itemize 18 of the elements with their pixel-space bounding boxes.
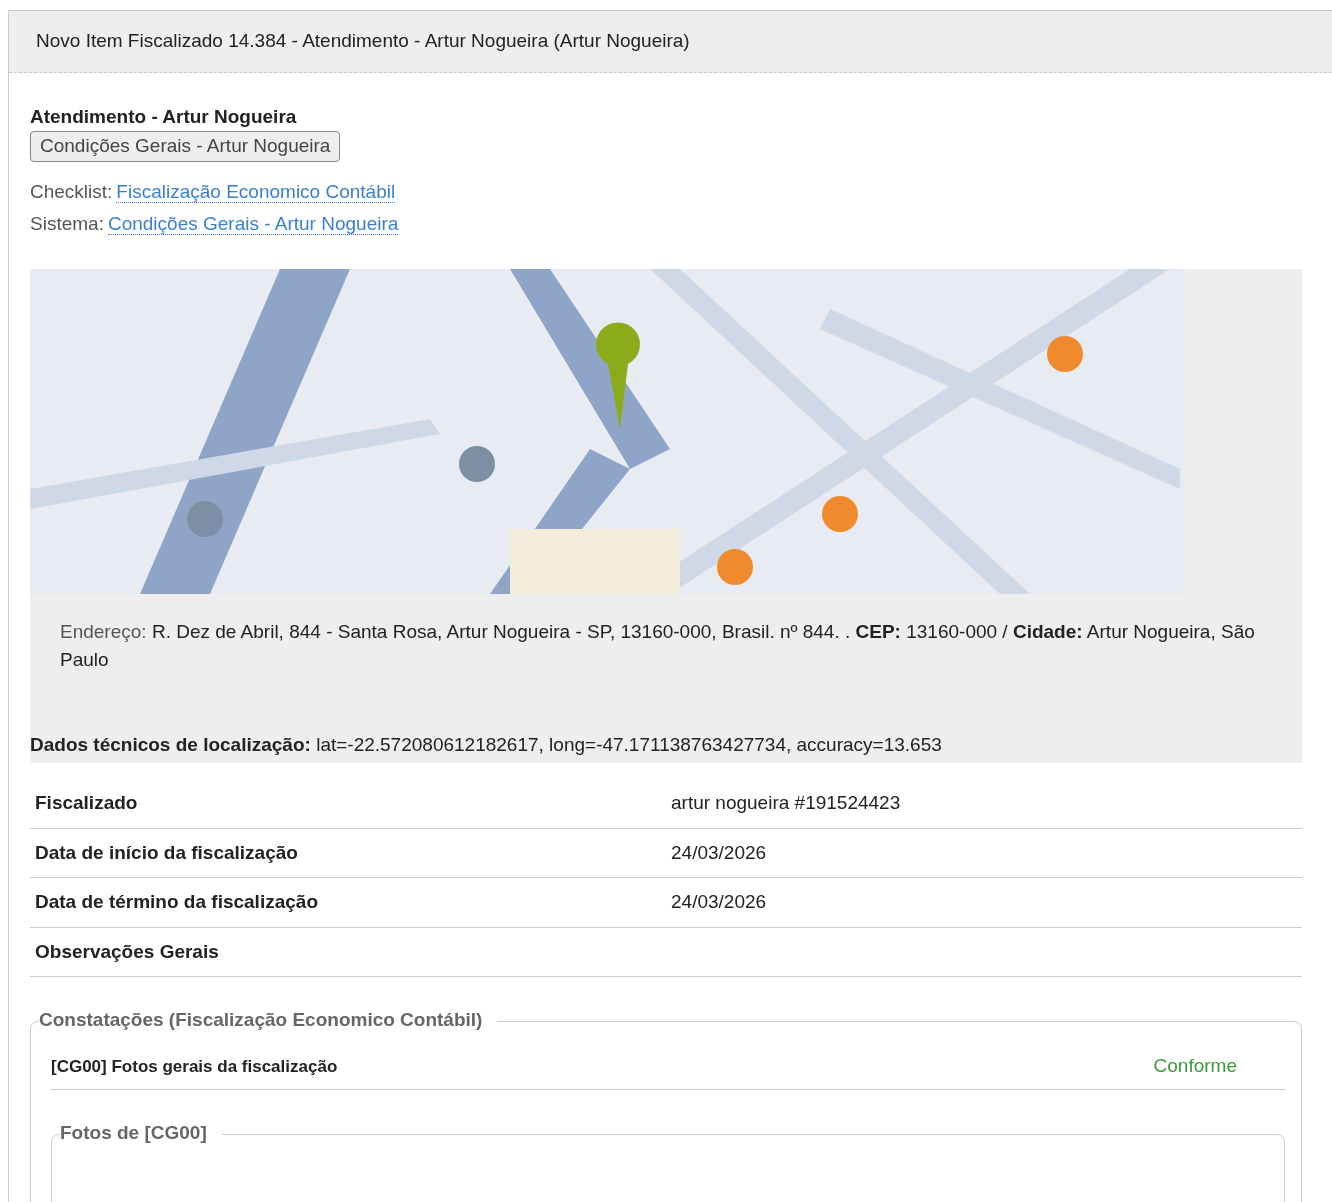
field-label: Sistema: <box>30 213 104 234</box>
system-tag: Condições Gerais - Artur Nogueira <box>30 131 341 162</box>
status-text: Conforme <box>1153 1054 1237 1078</box>
location-data-text: Dados técnicos de localização: lat=-22.572080612182617, long=-47.171138763427734, accuracy=13.653 <box>30 732 943 757</box>
address-text: Endereço: R. Dez de Abril, 844 - Santa Rosa, Artur Nogueira - SP, 13160-000, Brasil. nº 844. . CEP: 13160-000 / Cidade: Artur Nogueira, São Paulo <box>59 619 1256 672</box>
link[interactable]: Fiscalização Economico Contábil <box>116 180 396 203</box>
row-label: Data de término da fiscalização <box>35 891 318 912</box>
field-label: Checklist: <box>30 180 113 202</box>
row-value: 24/03/2026 <box>671 891 767 912</box>
row-value: 24/03/2026 <box>671 841 767 863</box>
row-label: Data de início da fiscalização <box>35 841 298 863</box>
link[interactable]: Condições Gerais - Artur Nogueira <box>107 213 399 235</box>
item-title: [CG00] Fotos gerais da fiscalização <box>51 1055 338 1078</box>
row-label: Observações Gerais <box>35 940 219 962</box>
window-title: Novo Item Fiscalizado 14.384 - Atendimento - Artur Nogueira (Artur Nogueira) <box>9 11 1332 73</box>
row-label: Fiscalizado <box>35 792 138 813</box>
heading: Atendimento - Artur Nogueira <box>30 104 298 129</box>
row-value: artur nogueira #191524423 <box>671 792 901 813</box>
